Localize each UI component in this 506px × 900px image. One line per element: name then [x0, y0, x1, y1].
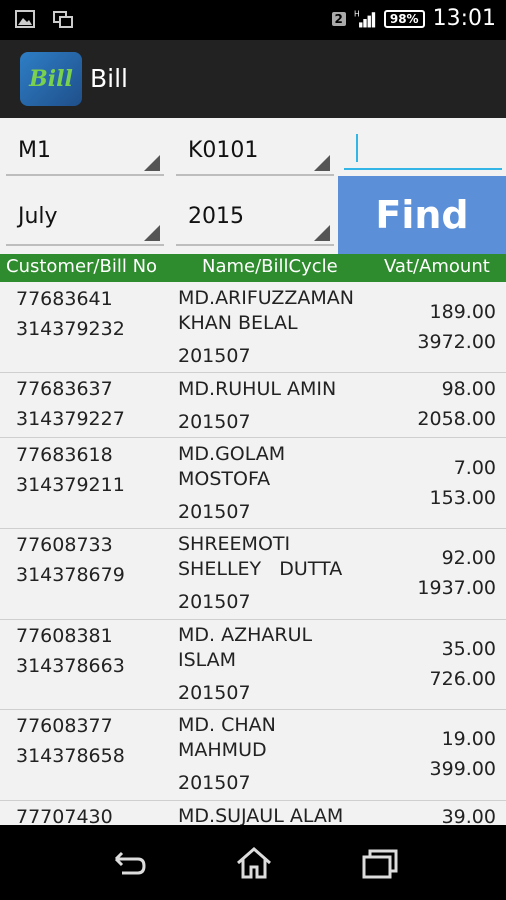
customer-name: MD.GOLAM [178, 443, 286, 465]
customer-no: 77683637 [16, 378, 113, 400]
bill-no: 314379227 [16, 408, 125, 430]
table-row[interactable]: 77608381 314378663 MD. AZHARUL ISLAM 201… [0, 620, 506, 710]
zone-spinner[interactable]: M1 [6, 126, 164, 176]
bill-no: 314378658 [16, 745, 125, 767]
amount-value: 726.00 [429, 668, 496, 690]
customer-no: 77683618 [16, 444, 113, 466]
customer-name: MD.RUHUL AMIN [178, 378, 337, 400]
find-button[interactable]: Find [338, 176, 506, 254]
vat-value: 92.00 [441, 547, 496, 569]
customer-name-line2: MOSTOFA [178, 468, 271, 490]
table-row[interactable]: 77683641 314379232 MD.ARIFUZZAMAN KHAN B… [0, 282, 506, 373]
bill-cycle: 201507 [178, 411, 251, 433]
customer-name-line2: ISLAM [178, 649, 237, 671]
table-row[interactable]: 77707430 MD.SUJAUL ALAM 39.00 [0, 801, 506, 825]
action-bar: Bill Bill [0, 40, 506, 118]
table-row[interactable]: 77608733 314378679 SHREEMOTI SHELLEY DUT… [0, 529, 506, 620]
spinner-arrow-icon [144, 225, 160, 241]
table-row[interactable]: 77683637 314379227 MD.RUHUL AMIN 201507 … [0, 373, 506, 438]
year-spinner-value: 2015 [188, 203, 244, 229]
search-input[interactable] [344, 128, 502, 170]
screens-notification-icon [53, 11, 73, 28]
home-icon[interactable] [234, 845, 274, 881]
customer-name: MD. CHAN [178, 714, 276, 736]
recent-apps-icon[interactable] [360, 845, 400, 881]
area-spinner-value: K0101 [188, 137, 259, 163]
amount-value: 3972.00 [417, 331, 496, 353]
sim-badge: 2 [331, 11, 346, 26]
customer-no: 77608377 [16, 715, 113, 737]
spinner-arrow-icon [314, 225, 330, 241]
customer-no: 77707430 [16, 806, 113, 825]
image-notification-icon [15, 10, 35, 28]
vat-value: 7.00 [453, 457, 496, 479]
app-title: Bill [90, 64, 128, 93]
area-spinner[interactable]: K0101 [176, 126, 334, 176]
signal-icon: H [354, 9, 376, 27]
vat-value: 35.00 [441, 638, 496, 660]
bill-cycle: 201507 [178, 501, 251, 523]
customer-no: 77683641 [16, 288, 113, 310]
spinner-arrow-icon [314, 155, 330, 171]
network-type: H [354, 9, 360, 18]
table-row[interactable]: 77683618 314379211 MD.GOLAM MOSTOFA 2015… [0, 438, 506, 529]
month-spinner[interactable]: July [6, 188, 164, 246]
customer-name: MD.SUJAUL ALAM [178, 805, 344, 825]
table-row[interactable]: 77608377 314378658 MD. CHAN MAHMUD 20150… [0, 710, 506, 801]
bill-cycle: 201507 [178, 345, 251, 367]
amount-value: 399.00 [429, 758, 496, 780]
vat-value: 39.00 [441, 806, 496, 825]
back-icon[interactable] [108, 845, 148, 881]
bill-cycle: 201507 [178, 591, 251, 613]
bill-list[interactable]: 77683641 314379232 MD.ARIFUZZAMAN KHAN B… [0, 282, 506, 825]
header-vat-amount: Vat/Amount [384, 256, 490, 277]
vat-value: 98.00 [441, 378, 496, 400]
customer-name-line2: MAHMUD [178, 739, 267, 761]
header-customer-bill: Customer/Bill No [6, 256, 158, 277]
customer-no: 77608381 [16, 625, 113, 647]
bill-no: 314379211 [16, 474, 125, 496]
bill-no: 314378663 [16, 655, 125, 677]
table-header: Customer/Bill No Name/BillCycle Vat/Amou… [0, 254, 506, 282]
app-logo-icon[interactable]: Bill [20, 52, 82, 106]
app-logo-text: Bill [29, 66, 73, 92]
bill-cycle: 201507 [178, 682, 251, 704]
amount-value: 1937.00 [417, 577, 496, 599]
amount-value: 153.00 [429, 487, 496, 509]
bill-no: 314378679 [16, 564, 125, 586]
status-bar: 2 H 98% 13:01 [0, 0, 506, 40]
navigation-bar [0, 825, 506, 900]
month-spinner-value: July [18, 203, 58, 229]
customer-name: SHREEMOTI [178, 533, 291, 555]
bill-no: 314379232 [16, 318, 125, 340]
header-name-billcycle: Name/BillCycle [202, 256, 338, 277]
vat-value: 189.00 [429, 301, 496, 323]
clock: 13:01 [432, 6, 496, 31]
customer-name-line2: SHELLEY DUTTA [178, 558, 343, 580]
customer-no: 77608733 [16, 534, 113, 556]
zone-spinner-value: M1 [18, 137, 51, 163]
text-cursor [356, 134, 358, 162]
search-form: M1 K0101 July 2015 Find [0, 118, 506, 254]
amount-value: 2058.00 [417, 408, 496, 430]
year-spinner[interactable]: 2015 [176, 188, 334, 246]
spinner-arrow-icon [144, 155, 160, 171]
customer-name: MD.ARIFUZZAMAN [178, 287, 355, 309]
vat-value: 19.00 [441, 728, 496, 750]
battery-indicator: 98% [383, 9, 425, 28]
customer-name: MD. AZHARUL [178, 624, 313, 646]
bill-cycle: 201507 [178, 772, 251, 794]
customer-name-line2: KHAN BELAL [178, 312, 298, 334]
